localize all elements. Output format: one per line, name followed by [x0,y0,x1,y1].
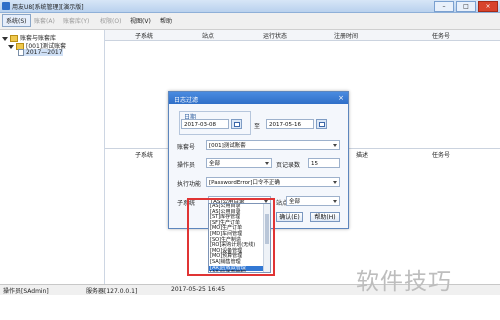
account-select[interactable]: [001]测试账套 [206,140,340,150]
dialog-title-bar: 日志过滤 × [169,92,348,104]
exec-func-label: 执行功能 [177,181,202,188]
operator-select-value: 全部 [209,161,221,167]
exec-func-select-value: [PasswordError]口令不正确 [209,180,280,186]
calendar-icon[interactable] [231,119,242,129]
status-operator: 操作员[SAdmin] [3,288,49,295]
help-button[interactable]: 帮助(H) [310,212,340,222]
chevron-down-icon [333,144,337,147]
col-task-id-lower[interactable]: 任务号 [432,150,450,159]
chevron-down-icon [265,162,269,165]
account-select-value: [001]测试账套 [209,143,246,149]
account-label: 账套号 [177,144,196,151]
status-server: 服务器[127.0.0.1] [86,288,138,295]
account-tree: 账套与账套库 [001]测试账套 2017—2017 [0,30,105,284]
menu-help[interactable]: 帮助 [160,16,172,25]
exec-func-select[interactable]: [PasswordError]口令不正确 [206,177,340,187]
col-subsystem-lower[interactable]: 子系统 [135,150,153,159]
col-task-id[interactable]: 任务号 [432,31,450,40]
site-select-value: 全部 [289,199,301,205]
menu-bar: 系统(S) 账套(A) 账套库(Y) 权限(O) 视图(V) 帮助 [0,13,500,30]
operator-select[interactable]: 全部 [206,158,272,168]
minimize-button[interactable]: – [434,1,454,12]
confirm-button[interactable]: 确认(E) [276,212,303,222]
col-status[interactable]: 运行状态 [263,31,287,40]
operator-label: 操作员 [177,162,196,169]
close-button[interactable]: × [478,1,498,12]
date-to-field[interactable]: 2017-05-16 [266,119,314,129]
watermark: 软件技巧 [356,269,452,295]
col-subsystem[interactable]: 子系统 [135,31,153,40]
chevron-down-icon [333,181,337,184]
chevron-down-icon [333,200,337,203]
menu-account-library[interactable]: 账套库(Y) [63,16,89,25]
calendar-icon[interactable] [316,119,327,129]
date-to-label: 至 [254,123,261,130]
dialog-title: 日志过滤 [174,97,199,104]
document-icon [18,49,24,56]
expand-icon[interactable] [8,44,14,49]
window-controls: – □ × [434,1,498,12]
col-description[interactable]: 描述 [356,150,368,159]
app-logo-icon [2,2,10,10]
dialog-close-icon[interactable]: × [337,94,345,102]
col-register-time[interactable]: 注册时间 [334,31,358,40]
page-records-label: 页记录数 [276,162,301,169]
title-bar: 用友U8[系统管理][演示版] – □ × [0,0,500,13]
menu-view[interactable]: 视图(V) [130,16,151,25]
site-select[interactable]: 全部 [286,196,340,206]
tree-year-label: 2017—2017 [26,49,63,56]
col-site[interactable]: 站点 [202,31,214,40]
date-from-field[interactable]: 2017-03-08 [181,119,229,129]
menu-system[interactable]: 系统(S) [2,14,31,27]
expand-icon[interactable] [2,36,8,41]
page-records-input[interactable]: 15 [308,158,340,168]
window-title: 用友U8[系统管理][演示版] [12,4,84,11]
upper-grid-header: 子系统 站点 运行状态 注册时间 任务号 [105,30,500,41]
menu-account[interactable]: 账套(A) [34,16,55,25]
status-datetime: 2017-05-25 16:45 [171,286,226,293]
menu-permission[interactable]: 权限(O) [100,16,121,25]
tree-year[interactable]: 2017—2017 [18,49,63,56]
highlight-box [187,198,275,276]
maximize-button[interactable]: □ [456,1,476,12]
